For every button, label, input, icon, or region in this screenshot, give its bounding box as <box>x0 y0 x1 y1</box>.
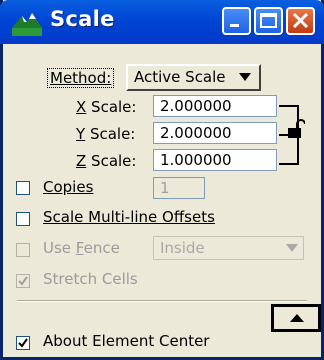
z-scale-input[interactable]: 1.000000 <box>153 149 277 171</box>
dropdown-arrow-icon <box>239 73 251 81</box>
y-scale-input[interactable]: 2.000000 <box>153 122 277 144</box>
minimize-button[interactable] <box>222 7 251 35</box>
method-dropdown[interactable]: Active Scale <box>126 64 261 91</box>
x-scale-input[interactable]: 2.000000 <box>153 95 277 117</box>
close-icon <box>292 12 309 29</box>
scale-multiline-checkbox[interactable] <box>16 212 30 226</box>
window-title: Scale <box>50 7 115 31</box>
scale-tool-icon <box>12 13 42 36</box>
separator <box>17 300 307 302</box>
use-fence-checkbox[interactable] <box>16 243 30 257</box>
fence-mode-value: Inside <box>160 239 205 257</box>
copies-checkbox[interactable] <box>16 181 30 195</box>
stretch-cells-checkbox[interactable] <box>16 274 30 288</box>
x-scale-label: X Scale: <box>76 98 137 116</box>
method-label-text: Method: <box>50 69 112 87</box>
checkmark-icon <box>18 338 28 348</box>
maximize-icon <box>260 13 277 28</box>
copies-label: Copies <box>43 178 94 196</box>
triangle-up-icon <box>290 314 304 322</box>
fence-mode-dropdown[interactable]: Inside <box>153 236 304 260</box>
copies-count-input[interactable]: 1 <box>153 177 205 199</box>
y-scale-label: Y Scale: <box>76 125 136 143</box>
lock-icon[interactable] <box>287 118 305 142</box>
title-bar[interactable]: Scale <box>0 0 324 44</box>
scale-dialog: Scale Method: Active Scale X Scale: 2.00… <box>0 0 324 360</box>
use-fence-label: Use Fence <box>43 239 120 257</box>
about-element-center-checkbox[interactable] <box>16 336 30 350</box>
lock-bracket-bottom <box>279 163 299 165</box>
close-button[interactable] <box>286 7 315 35</box>
stretch-cells-label: Stretch Cells <box>43 270 138 288</box>
checkmark-icon <box>18 276 28 286</box>
lock-bracket-top <box>279 105 299 107</box>
dropdown-arrow-icon <box>286 244 298 252</box>
method-value: Active Scale <box>134 68 226 86</box>
maximize-button[interactable] <box>254 7 283 35</box>
minimize-icon <box>230 24 239 27</box>
method-label: Method: <box>47 68 115 88</box>
collapse-toggle-button[interactable] <box>271 304 321 332</box>
about-element-center-label: About Element Center <box>43 332 210 350</box>
z-scale-label: Z Scale: <box>76 152 137 170</box>
scale-multiline-label: Scale Multi-line Offsets <box>43 208 215 226</box>
